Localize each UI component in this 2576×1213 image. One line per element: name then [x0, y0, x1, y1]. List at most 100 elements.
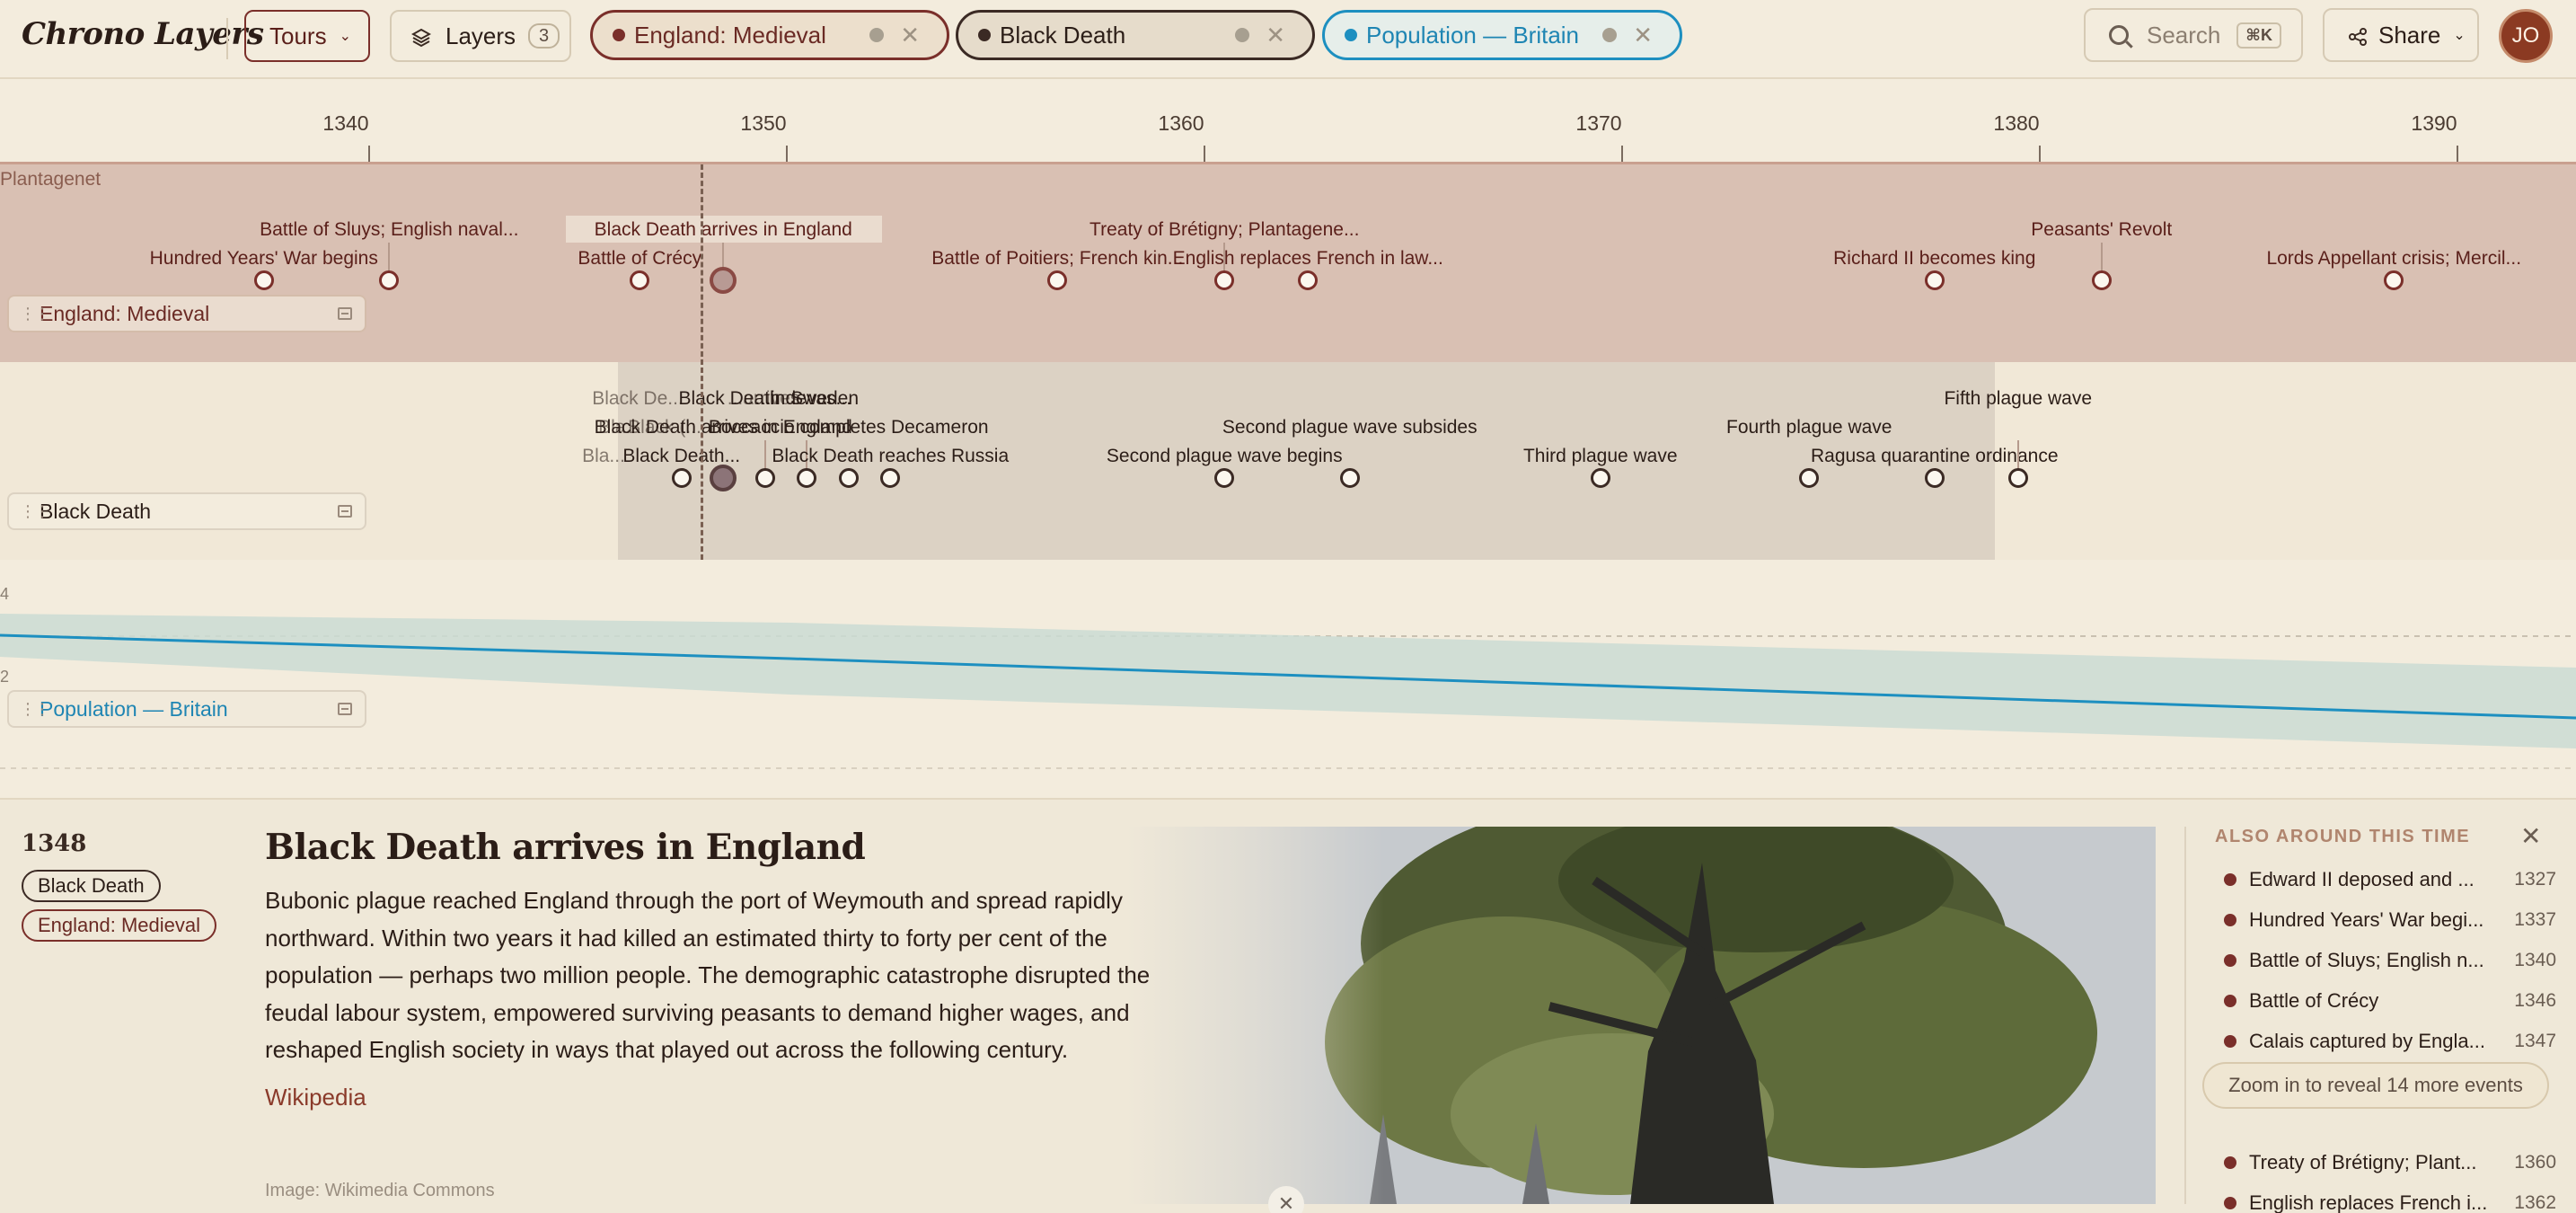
tours-button[interactable]: Tours ⌄ [244, 10, 370, 62]
related-event-year: 1346 [2514, 989, 2556, 1011]
event-label[interactable]: Second plague wave subsides [1222, 417, 1478, 438]
close-icon[interactable]: ✕ [900, 22, 920, 49]
event-tag-black-death[interactable]: Black Death [22, 870, 161, 902]
layers-button[interactable]: Layers 3 [390, 10, 571, 62]
axis-tick [1204, 146, 1205, 162]
event-marker[interactable] [797, 468, 817, 488]
event-label[interactable]: Second plague wave begins [1107, 446, 1343, 467]
event-marker[interactable] [880, 468, 901, 488]
layer-color-dot [978, 29, 991, 41]
event-marker[interactable] [1047, 270, 1068, 290]
event-marker[interactable] [838, 468, 859, 488]
close-icon[interactable]: ✕ [1266, 22, 1285, 49]
event-marker[interactable] [1924, 270, 1945, 290]
search-button[interactable]: Search ⌘K [2084, 8, 2303, 62]
related-event-year: 1337 [2514, 908, 2556, 930]
timeline[interactable]: 1340 1350 1360 1370 1380 1390 Plantagenet Hun… [0, 79, 2576, 798]
event-label-overlap[interactable]: Black De... [592, 388, 684, 410]
event-label-overlap[interactable]: ...arrives [728, 388, 800, 410]
collapse-icon[interactable] [338, 307, 352, 320]
track-header-black-death[interactable]: ⋮⋮ Black Death [7, 492, 366, 530]
layers-label: Layers [446, 22, 516, 49]
event-marker[interactable] [2007, 468, 2028, 488]
event-label[interactable]: Ragusa quarantine ordinance [1811, 446, 2059, 467]
event-marker[interactable] [2091, 270, 2112, 290]
event-marker[interactable] [630, 270, 650, 290]
event-label[interactable]: Battle of Poitiers; French kin... [931, 248, 1183, 270]
visibility-toggle-icon[interactable] [869, 28, 884, 42]
event-label[interactable]: English replaces French in law... [1173, 248, 1443, 270]
event-tag-medieval[interactable]: England: Medieval [22, 909, 217, 942]
event-label[interactable]: Lords Appellant crisis; Mercil... [2266, 248, 2521, 270]
event-year: 1348 [22, 830, 87, 857]
related-event-year: 1327 [2514, 868, 2556, 890]
event-marker-selected[interactable] [710, 465, 737, 491]
event-label[interactable]: Fourth plague wave [1726, 417, 1892, 438]
event-marker[interactable] [671, 468, 692, 488]
event-marker[interactable] [1214, 270, 1235, 290]
event-marker[interactable] [754, 468, 775, 488]
event-marker[interactable] [2384, 270, 2404, 290]
search-label: Search [2147, 21, 2221, 49]
related-event-name: Calais captured by Engla... [2249, 1029, 2485, 1052]
event-label[interactable]: Hundred Years' War begins [150, 248, 378, 270]
related-event-item[interactable]: Battle of Sluys; English n... 1340 [2215, 940, 2556, 980]
event-label-overlap[interactable]: Bla... [582, 446, 625, 467]
drag-handle-icon[interactable]: ⋮⋮ [20, 700, 50, 719]
layer-color-dot [1345, 29, 1357, 41]
share-button[interactable]: Share ⌄ [2323, 8, 2479, 62]
track-header-medieval[interactable]: ⋮⋮ England: Medieval [7, 295, 366, 332]
event-label[interactable]: Third plague wave [1523, 446, 1678, 467]
event-label[interactable]: Battle of Sluys; English naval... [260, 219, 518, 241]
event-marker[interactable] [1298, 270, 1319, 290]
event-label[interactable]: Treaty of Brétigny; Plantagene... [1090, 219, 1359, 241]
drag-handle-icon[interactable]: ⋮⋮ [20, 305, 50, 323]
related-event-item[interactable]: Treaty of Brétigny; Plant... 1360 [2215, 1142, 2556, 1182]
layer-chip-black-death[interactable]: Black Death ✕ [956, 10, 1315, 60]
event-label[interactable]: Boccaccio completes Decameron [709, 417, 989, 438]
axis-tick-label: 1350 [740, 111, 787, 135]
related-event-item[interactable]: Hundred Years' War begi... 1337 [2215, 899, 2556, 940]
layer-chip-population[interactable]: Population — Britain ✕ [1322, 10, 1682, 60]
track-header-label: Population — Britain [40, 696, 228, 721]
related-event-item[interactable]: Calais captured by Engla... 1347 [2215, 1021, 2556, 1061]
visibility-toggle-icon[interactable] [1235, 28, 1249, 42]
event-marker[interactable] [379, 270, 400, 290]
dynasty-label: Plantagenet [0, 169, 101, 190]
avatar[interactable]: JO [2499, 9, 2553, 63]
event-marker[interactable] [1799, 468, 1820, 488]
layer-chip-medieval[interactable]: England: Medieval ✕ [590, 10, 949, 60]
event-marker-selected[interactable] [710, 267, 737, 294]
collapse-icon[interactable] [338, 703, 352, 715]
event-label[interactable]: Peasants' Revolt [2031, 219, 2172, 241]
related-event-year: 1340 [2514, 949, 2556, 970]
event-label[interactable]: Richard II becomes king [1833, 248, 2035, 270]
related-event-item[interactable]: English replaces French i... 1362 [2215, 1182, 2556, 1213]
layer-chip-label: England: Medieval [634, 21, 826, 49]
event-label-overlap[interactable]: Black (... [628, 417, 701, 438]
collapse-icon[interactable] [338, 505, 352, 518]
wikipedia-link[interactable]: Wikipedia [265, 1084, 366, 1111]
sidebar-divider [2184, 827, 2186, 1204]
event-marker[interactable] [1924, 468, 1945, 488]
share-icon [2348, 25, 2368, 46]
event-label[interactable]: Black Death reaches Russia [772, 446, 1009, 467]
event-marker[interactable] [1339, 468, 1360, 488]
visibility-toggle-icon[interactable] [1602, 28, 1617, 42]
event-detail-panel: 1348 Black Death England: Medieval Black… [0, 798, 2576, 1213]
layers-icon [410, 26, 432, 48]
close-icon[interactable]: ✕ [2520, 821, 2541, 851]
event-marker[interactable] [1590, 468, 1610, 488]
time-cursor [701, 164, 703, 560]
event-marker[interactable] [1214, 468, 1235, 488]
zoom-hint-button[interactable]: Zoom in to reveal 14 more events [2202, 1062, 2549, 1109]
event-label[interactable]: Black Death arrives in England [595, 219, 852, 241]
event-label[interactable]: Battle of Crécy [578, 248, 701, 270]
close-icon[interactable]: ✕ [1633, 22, 1653, 49]
related-event-item[interactable]: Battle of Crécy 1346 [2215, 980, 2556, 1021]
event-marker[interactable] [253, 270, 274, 290]
related-event-item[interactable]: Edward II deposed and ... 1327 [2215, 859, 2556, 899]
drag-handle-icon[interactable]: ⋮⋮ [20, 502, 50, 521]
event-label[interactable]: Fifth plague wave [1944, 388, 2092, 410]
track-header-population[interactable]: ⋮⋮ Population — Britain [7, 690, 366, 728]
